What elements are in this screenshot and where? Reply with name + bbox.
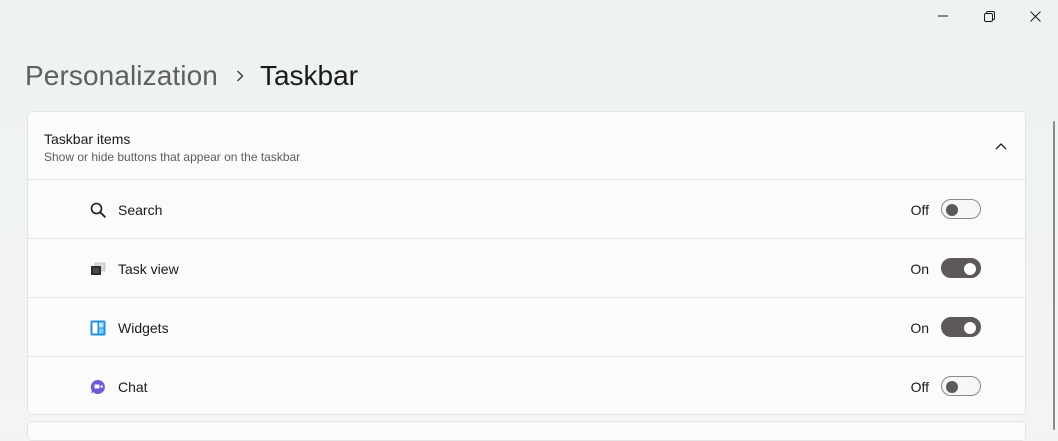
taskbar-item-search: Search Off xyxy=(28,180,1025,239)
next-settings-card[interactable] xyxy=(27,421,1026,441)
breadcrumb: Personalization Taskbar xyxy=(25,56,358,96)
breadcrumb-parent-link[interactable]: Personalization xyxy=(25,60,218,92)
toggle-knob xyxy=(946,381,958,393)
widgets-icon xyxy=(89,319,107,337)
widgets-toggle[interactable] xyxy=(941,317,981,337)
toggle-state-label: Off xyxy=(910,202,929,218)
taskbar-item-chat: Chat Off xyxy=(28,357,1025,414)
toggle-knob xyxy=(964,322,976,334)
task-view-toggle[interactable] xyxy=(941,258,981,278)
minimize-icon xyxy=(938,15,948,17)
chat-icon xyxy=(89,378,107,396)
taskbar-item-label: Task view xyxy=(118,261,179,277)
taskbar-item-label: Chat xyxy=(118,379,148,395)
restore-button[interactable] xyxy=(966,0,1012,32)
toggle-knob xyxy=(946,204,958,216)
search-icon xyxy=(89,201,107,219)
scrollbar-thumb[interactable] xyxy=(1053,121,1055,430)
toggle-knob xyxy=(964,263,976,275)
section-subtitle: Show or hide buttons that appear on the … xyxy=(44,150,301,164)
restore-icon xyxy=(983,10,995,22)
task-view-icon xyxy=(89,260,107,278)
close-icon xyxy=(1029,10,1041,22)
search-toggle[interactable] xyxy=(941,199,981,219)
chevron-right-icon xyxy=(236,70,244,82)
taskbar-items-header[interactable]: Taskbar items Show or hide buttons that … xyxy=(28,112,1025,180)
taskbar-item-widgets: Widgets On xyxy=(28,298,1025,357)
taskbar-items-card: Taskbar items Show or hide buttons that … xyxy=(27,111,1026,415)
taskbar-item-label: Widgets xyxy=(118,320,169,336)
caption-buttons xyxy=(920,0,1058,32)
toggle-state-label: On xyxy=(910,261,929,277)
minimize-button[interactable] xyxy=(920,0,966,32)
settings-window: Personalization Taskbar Taskbar items Sh… xyxy=(0,0,1058,441)
page-title: Taskbar xyxy=(259,60,358,91)
section-title: Taskbar items xyxy=(44,131,131,147)
taskbar-item-label: Search xyxy=(118,202,163,218)
chat-toggle[interactable] xyxy=(941,376,981,396)
chevron-up-icon xyxy=(995,143,1007,150)
taskbar-item-task-view: Task view On xyxy=(28,239,1025,298)
close-button[interactable] xyxy=(1012,0,1058,32)
collapse-button[interactable] xyxy=(991,136,1011,156)
toggle-state-label: On xyxy=(910,320,929,336)
toggle-state-label: Off xyxy=(910,379,929,395)
